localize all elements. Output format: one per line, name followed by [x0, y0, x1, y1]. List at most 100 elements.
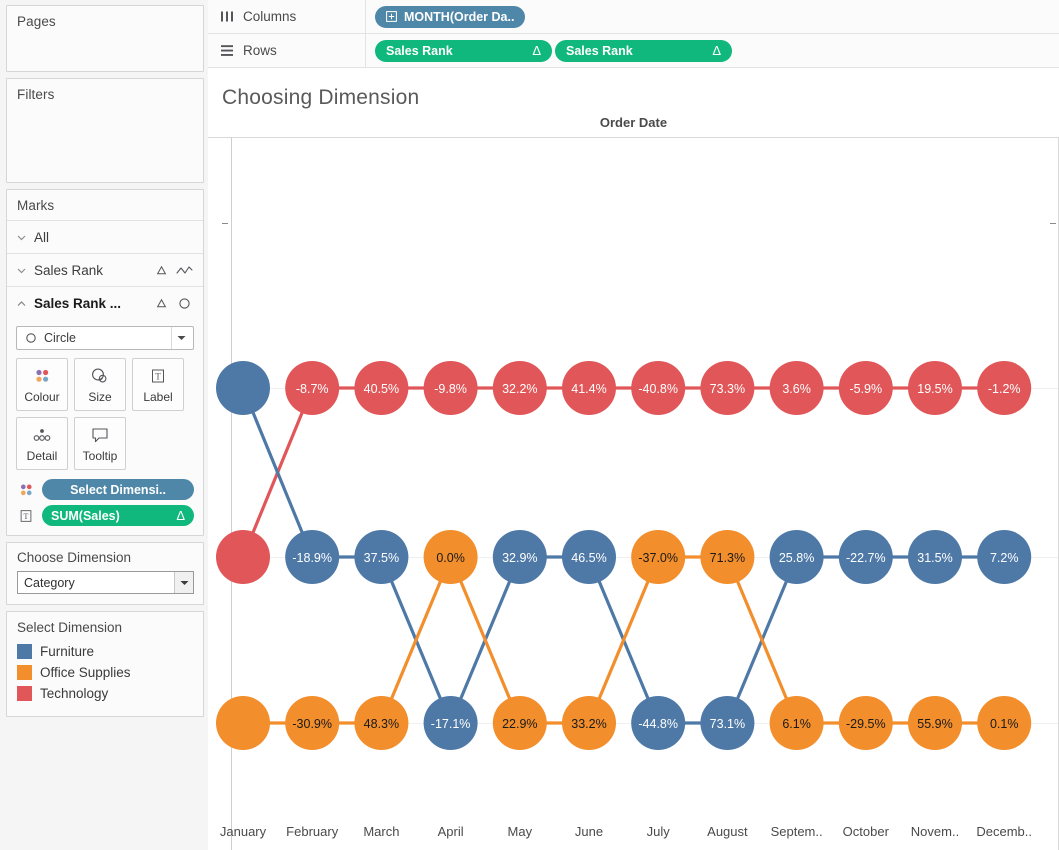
svg-text:T: T [155, 371, 161, 381]
data-point[interactable]: 46.5% [562, 530, 616, 584]
data-point[interactable]: 73.3% [700, 361, 755, 415]
data-point[interactable]: 40.5% [354, 361, 409, 415]
marks-title: Marks [17, 198, 55, 213]
rows-pill-label: Sales Rank [566, 43, 633, 58]
marks-card: Marks All Sales Rank Sales Rank ... Circ… [6, 189, 204, 536]
label-encoding-pill[interactable]: SUM(Sales) Δ [42, 505, 194, 526]
data-point[interactable]: 73.1% [700, 696, 755, 750]
colour-button[interactable]: Colour [16, 358, 68, 411]
data-point[interactable]: -1.2% [977, 361, 1032, 415]
data-point[interactable] [216, 530, 270, 584]
tooltip-icon [90, 424, 110, 446]
marks-layer-sales-rank[interactable]: Sales Rank [7, 253, 203, 286]
detail-button-label: Detail [26, 449, 58, 463]
delta-triangle-icon: Δ [176, 508, 185, 523]
filters-title: Filters [17, 87, 55, 102]
columns-pill-month-order-date[interactable]: MONTH(Order Da.. [375, 5, 526, 28]
marks-layer-label: All [34, 229, 50, 245]
detail-button[interactable]: Detail [16, 417, 68, 470]
filters-card: Filters [6, 78, 204, 183]
data-point[interactable]: 37.5% [354, 530, 409, 584]
data-point[interactable] [216, 696, 270, 750]
delta-triangle-icon: Δ [712, 43, 721, 58]
data-point[interactable]: 32.9% [492, 530, 547, 584]
data-point[interactable]: 0.0% [423, 530, 478, 584]
x-axis-tick-label: Decemb.. [976, 824, 1033, 839]
data-point[interactable]: -22.7% [838, 530, 893, 584]
delta-triangle-icon [155, 265, 168, 276]
choose-dimension-select[interactable]: Category [17, 571, 194, 594]
data-point[interactable]: -17.1% [423, 696, 478, 750]
data-point[interactable]: 71.3% [700, 530, 755, 584]
marks-layer-all[interactable]: All [7, 220, 203, 253]
delta-triangle-icon: Δ [532, 43, 541, 58]
tooltip-button[interactable]: Tooltip [74, 417, 126, 470]
data-point[interactable]: 3.6% [769, 361, 824, 415]
data-point[interactable]: 32.2% [492, 361, 547, 415]
legend-swatch [17, 665, 32, 680]
data-point[interactable]: -44.8% [631, 696, 686, 750]
legend-item-label: Office Supplies [40, 665, 131, 680]
encoding-row-colour: Select Dimensi.. [16, 479, 194, 500]
data-point[interactable]: 41.4% [562, 361, 616, 415]
worksheet-area: Columns MONTH(Order Da.. Rows Sales Rank… [208, 0, 1059, 850]
data-point[interactable]: -40.8% [631, 361, 686, 415]
chevron-down-icon [16, 265, 27, 276]
x-axis-tick-label: June [574, 824, 604, 839]
label-button[interactable]: T Label [132, 358, 184, 411]
legend-item-furniture[interactable]: Furniture [17, 641, 194, 662]
detail-dots-icon [31, 424, 53, 446]
chevron-down-icon [16, 232, 27, 243]
size-button[interactable]: Size [74, 358, 126, 411]
legend-title: Select Dimension [17, 620, 123, 635]
mark-type-value: Circle [44, 331, 76, 345]
legend-item-technology[interactable]: Technology [17, 683, 194, 704]
columns-pill-label: MONTH(Order Da.. [404, 9, 515, 24]
colour-encoding-pill[interactable]: Select Dimensi.. [42, 479, 194, 500]
rows-pill-sales-rank-1[interactable]: Sales Rank Δ [375, 39, 552, 62]
encoding-row-label: T SUM(Sales) Δ [16, 505, 194, 526]
data-point[interactable]: 7.2% [977, 530, 1032, 584]
x-axis-tick-label: Septem.. [770, 824, 823, 839]
data-point[interactable]: 6.1% [769, 696, 824, 750]
data-point[interactable]: -18.9% [285, 530, 340, 584]
marks-layer-sales-rank-2[interactable]: Sales Rank ... [7, 286, 203, 319]
x-axis-tick-label: October [842, 824, 889, 839]
data-point[interactable]: 48.3% [354, 696, 409, 750]
data-point[interactable]: 55.9% [908, 696, 962, 750]
caret-down-icon[interactable] [174, 572, 193, 593]
x-axis-month-labels: January February March April May June July Augu… [208, 824, 1059, 844]
legend-swatch [17, 686, 32, 701]
caret-down-icon[interactable] [171, 327, 191, 349]
data-point[interactable]: 31.5% [908, 530, 962, 584]
mark-type-select[interactable]: Circle [16, 326, 194, 350]
columns-icon [220, 10, 234, 23]
data-point[interactable]: -29.5% [838, 696, 893, 750]
rows-shelf-content[interactable]: Sales Rank Δ Sales Rank Δ [366, 34, 1059, 67]
rows-shelf: Rows Sales Rank Δ Sales Rank Δ [208, 34, 1059, 68]
legend-item-office-supplies[interactable]: Office Supplies [17, 662, 194, 683]
data-point[interactable]: -9.8% [423, 361, 478, 415]
data-point[interactable]: -8.7% [285, 361, 340, 415]
rows-pill-sales-rank-2[interactable]: Sales Rank Δ [555, 39, 732, 62]
data-point[interactable]: 25.8% [769, 530, 824, 584]
data-point[interactable]: 22.9% [492, 696, 547, 750]
data-point[interactable]: -30.9% [285, 696, 340, 750]
bump-chart[interactable]: -8.7% 40.5% -9.8% 32.2% 41.4% -40.8% 73.3% 3.6%… [208, 137, 1059, 850]
svg-text:T: T [24, 511, 29, 520]
legend-item-label: Furniture [40, 644, 95, 659]
label-encoding-pill-label: SUM(Sales) [51, 508, 120, 523]
data-point[interactable]: 19.5% [908, 361, 962, 415]
columns-shelf-content[interactable]: MONTH(Order Da.. [366, 0, 1059, 33]
data-point[interactable]: 33.2% [562, 696, 616, 750]
line-icon [175, 265, 193, 276]
data-point[interactable]: -37.0% [631, 530, 686, 584]
data-point[interactable] [216, 361, 270, 415]
columns-shelf-label: Columns [208, 0, 366, 33]
data-point[interactable]: -5.9% [838, 361, 893, 415]
x-axis-tick-label: May [507, 824, 533, 839]
plus-box-icon[interactable] [386, 11, 397, 22]
label-T-icon: T [16, 507, 36, 525]
rows-icon [220, 44, 234, 57]
data-point[interactable]: 0.1% [977, 696, 1032, 750]
